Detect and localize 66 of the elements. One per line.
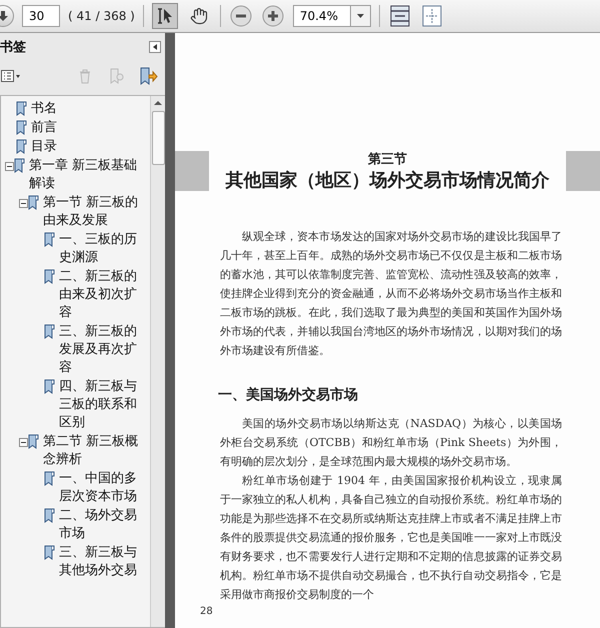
scrollbar[interactable] (150, 96, 165, 627)
body-paragraph: 美国的场外交易市场以纳斯达克（NASDAQ）为核心，以美国场外柜台交易系统（OTCBB）和粉红单市场（Pink Sheets）为外围，有明确的层次划分，是全球范围内最大规模的场外交易市场。 (220, 416, 562, 470)
page-count: ( 41 / 368 ) (68, 9, 135, 23)
section-label: 第三节 (368, 151, 407, 168)
page-number-field[interactable]: 30 (22, 5, 60, 27)
bookmark-item[interactable]: 一、三板的历史渊源 (59, 231, 150, 267)
hand-icon (190, 7, 208, 25)
bookmark-item[interactable]: 前言 (31, 119, 150, 137)
bookmark-icon (44, 471, 55, 486)
minus-icon (20, 200, 27, 207)
minus-icon (6, 163, 13, 170)
collapse-toggle[interactable] (19, 438, 28, 447)
bookmark-item[interactable]: 第一节 新三板的由来及发展 (43, 194, 150, 230)
bookmark-item[interactable]: 第二节 新三板概念辨析 (43, 433, 150, 469)
bookmark-item[interactable]: 三、新三板的发展及再次扩容 (59, 323, 150, 377)
zoom-out-icon (230, 5, 252, 27)
arrow-up-icon (154, 99, 162, 107)
zoom-in-icon (262, 5, 284, 27)
bookmark-item[interactable]: 二、新三板的由来及初次扩容 (59, 268, 150, 322)
bookmark-item[interactable]: 三、新三板与其他场外交易 (59, 544, 150, 580)
section-heading: 一、美国场外交易市场 (218, 386, 359, 404)
heading-band (566, 151, 600, 191)
collapse-toggle[interactable] (5, 162, 14, 171)
bookmark-icon (44, 232, 55, 247)
trash-icon (79, 68, 91, 84)
body-paragraph: 纵观全球，资本市场发达的国家对场外交易市场的建设比我国早了几十年，甚至上百年。成熟的场外交易市场已不仅仅是主板和二板市场的蓄水池，其可以依靠制度完善、监管宽松、流动性强及较高的效率，使挂牌企业得到充分的资金融通，从而不必将场外交易市场当作主板和二板市场的跳板。在此，我们选取了最为典型的美国和英国作为国外场外市场的代表，并辅以我国台湾地区的场外市场情况，以期对我们的场外市场建设有所借鉴。 (220, 229, 562, 359)
bookmark-arrow-icon (140, 67, 158, 85)
heading-band (175, 151, 209, 191)
fit-width-button[interactable] (420, 4, 444, 28)
bookmark-icon (14, 158, 25, 173)
collapse-toggle[interactable] (19, 199, 28, 208)
bookmark-icon (44, 545, 55, 560)
bookmark-item[interactable]: 目录 (31, 138, 150, 156)
bookmark-item[interactable]: 第一章 新三板基础解读 (29, 157, 150, 193)
bookmark-item[interactable]: 书名 (31, 100, 150, 118)
bookmark-icon (16, 120, 27, 135)
select-tool-button[interactable] (152, 3, 178, 29)
bookmark-icon (28, 434, 39, 449)
bookmark-icon (44, 508, 55, 523)
bookmark-icon (110, 68, 124, 84)
arrow-left-icon (153, 44, 157, 50)
page-number: 28 (200, 606, 213, 617)
bookmark-icon (44, 324, 55, 339)
section-title: 其他国家（地区）场外交易市场情况简介 (226, 169, 550, 192)
bookmark-icon (44, 269, 55, 284)
caret-icon (356, 14, 364, 18)
bookmark-item[interactable]: 二、场外交易市场 (59, 507, 150, 543)
zoom-in-button[interactable] (260, 4, 285, 28)
zoom-out-button[interactable] (228, 4, 253, 28)
scrollbar-thumb[interactable] (152, 111, 164, 165)
bookmark-icon (16, 101, 27, 116)
fit-page-icon (390, 5, 410, 27)
body-paragraph: 粉红单市场创建于 1904 年，由美国国家报价机构设立，现隶属于一家独立的私人机构，具备自己独立的自动报价系统。粉红单市场的功能是为那些选择不在交易所或纳斯达克挂牌上市或者不满足挂牌上市条件的股票提供交易流通的报价服务，它也是美国唯一一家对上市既没有财务要求，也不需要发行人进行定期和不定期的信息披露的证券交易机构。粉红单市场不提供自动交易撮合，也不执行自动交易指令，它是采用做市商报价交易制度的一个 (220, 473, 562, 603)
fit-width-icon (422, 5, 442, 27)
zoom-dropdown-button[interactable] (350, 5, 371, 27)
panel-title: 书签 (0, 39, 26, 56)
bookmark-icon (16, 139, 27, 154)
minus-icon (20, 439, 27, 446)
arrow-down-icon (0, 10, 9, 22)
bookmark-icon (44, 379, 55, 394)
zoom-field[interactable]: 70.4% (292, 5, 351, 27)
collapse-panel-button[interactable] (149, 41, 161, 53)
bookmark-item[interactable]: 四、新三板与三板的联系和区别 (59, 378, 150, 432)
bookmark-icon (28, 195, 39, 210)
bookmark-item[interactable]: 一、中国的多层次资本市场 (59, 470, 150, 506)
fit-page-button[interactable] (388, 4, 412, 28)
